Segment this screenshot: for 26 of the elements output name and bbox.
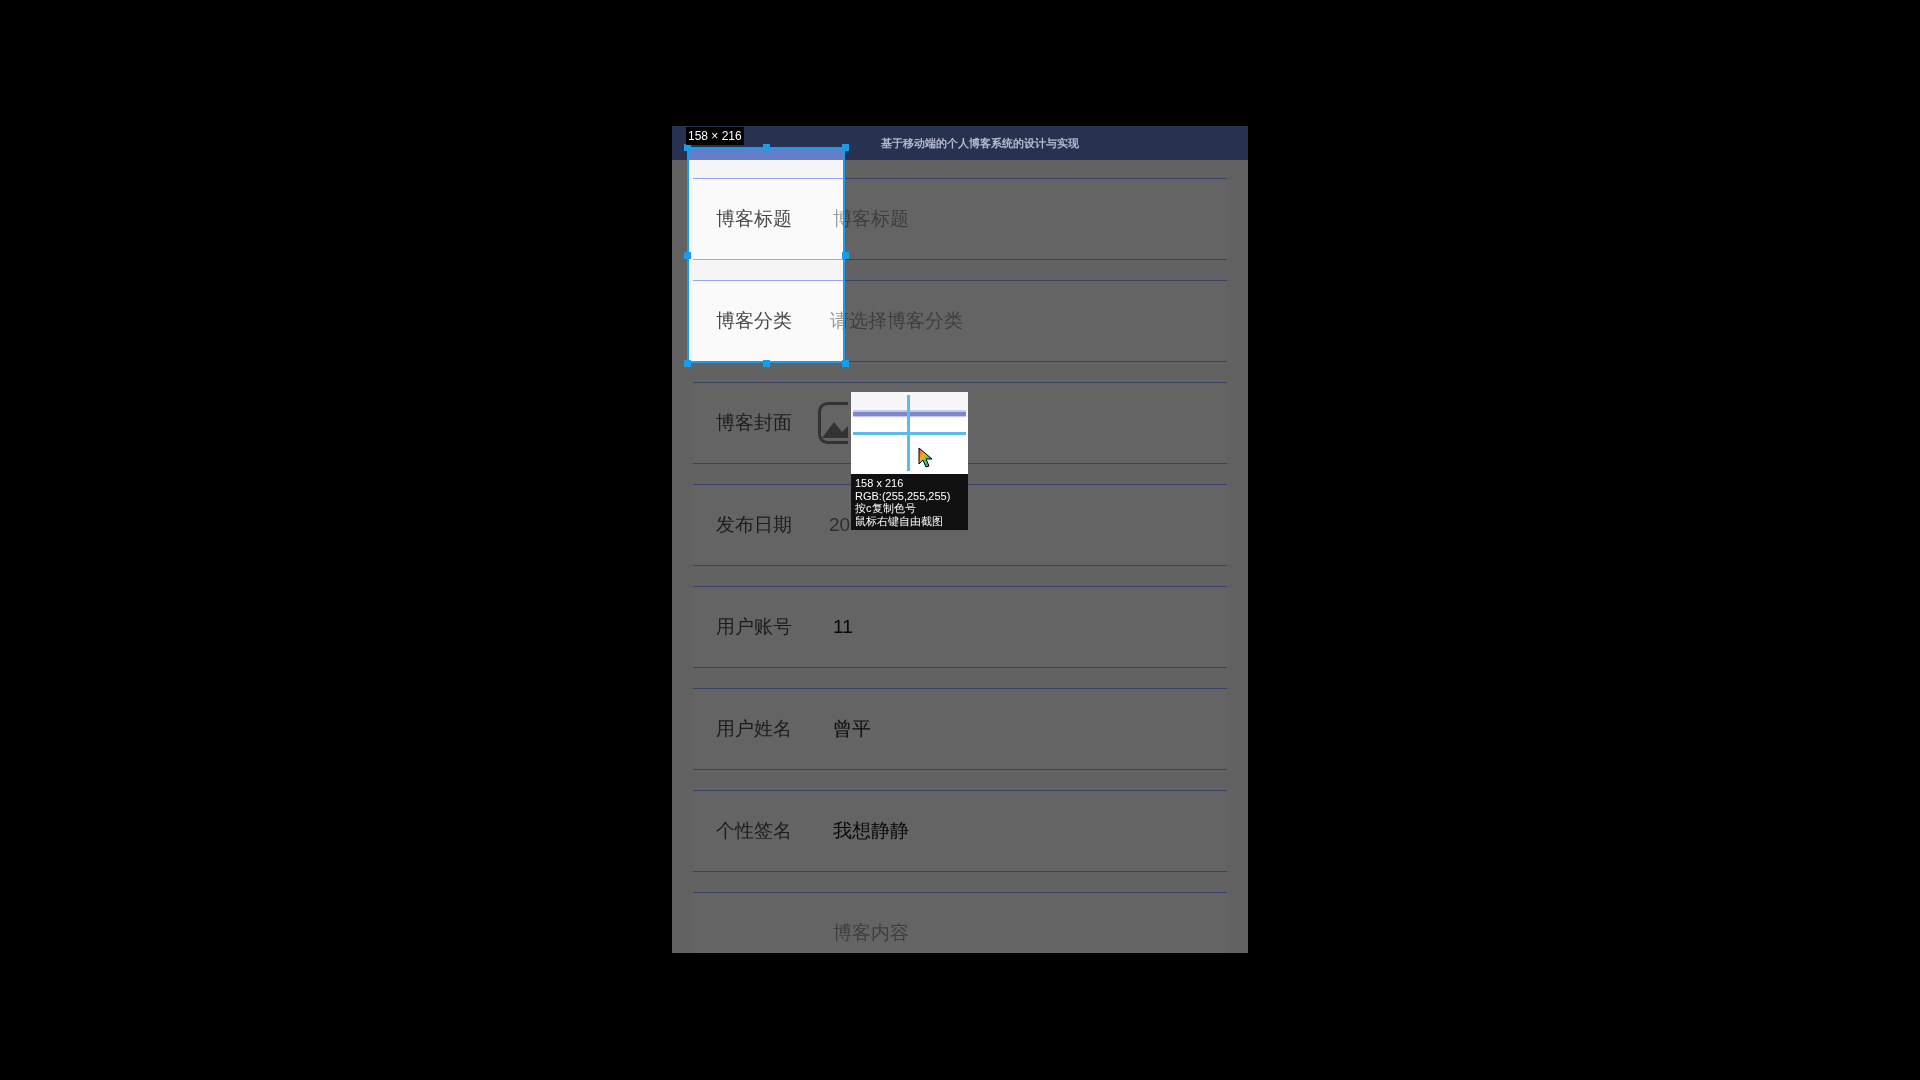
- field-label: 发布日期: [716, 512, 793, 537]
- field-label: 用户姓名: [716, 716, 793, 741]
- resize-handle[interactable]: [842, 144, 849, 151]
- field-label: 博客封面: [716, 410, 793, 435]
- resize-handle[interactable]: [842, 360, 849, 367]
- resize-handle[interactable]: [842, 252, 849, 259]
- field-value: 曾平: [833, 716, 871, 741]
- resize-handle[interactable]: [684, 252, 691, 259]
- resize-handle[interactable]: [684, 144, 691, 151]
- hint-text: 鼠标右键自由截图: [855, 514, 944, 527]
- field-value: 11: [833, 614, 853, 639]
- field-value: 我想静静: [833, 818, 909, 843]
- field-label: 博客分类: [716, 308, 793, 333]
- resize-handle[interactable]: [763, 144, 770, 151]
- field-label: 个性签名: [716, 818, 793, 843]
- cursor-icon: [918, 447, 934, 469]
- resize-handle[interactable]: [684, 360, 691, 367]
- hint-text: 按c复制色号: [855, 502, 916, 515]
- size-label: 158 × 216: [686, 127, 744, 145]
- field-label: 用户账号: [716, 614, 793, 639]
- app-title: 基于移动端的个人博客系统的设计与实现: [881, 135, 1079, 151]
- color-value-text: RGB:(255,255,255): [855, 489, 952, 502]
- resize-handle[interactable]: [763, 360, 770, 367]
- field-label: 博客标题: [716, 206, 793, 231]
- selection-size-text: 158 x 216: [855, 477, 905, 490]
- image-upload-icon[interactable]: [818, 402, 848, 444]
